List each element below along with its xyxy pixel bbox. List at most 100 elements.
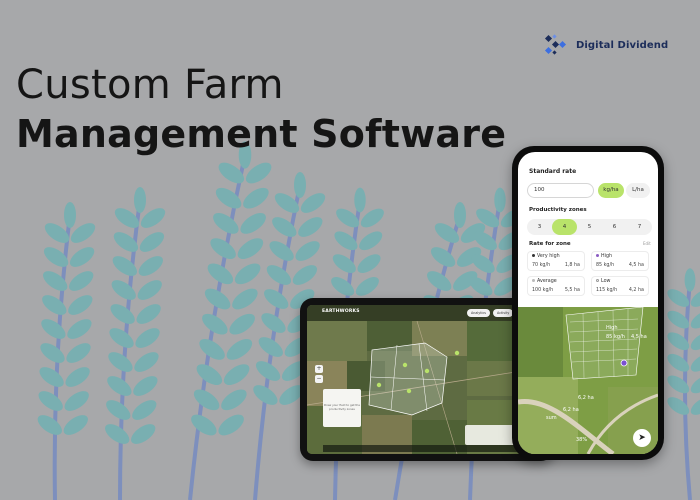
zone-rate: 70 kg/h [532,263,551,268]
wheat-leaf [138,256,163,276]
wheat-leaf [137,280,162,300]
tablet-app-logo: EARTHWORKS [322,309,360,314]
tablet-analytics-button[interactable]: Analytics [467,309,490,317]
wheat-leaf [221,389,247,411]
zone-option-7[interactable]: 7 [627,219,652,235]
wheat-leaf [196,364,223,385]
rate-for-zone-title: Rate for zone [529,241,571,247]
wheat-leaf [667,397,690,415]
wheat-leaf [38,391,63,411]
wheat-leaf [269,241,294,261]
zone-dot-icon [596,279,599,282]
zone-option-5[interactable]: 5 [577,219,602,235]
wheat-leaf [237,238,264,259]
zone-option-3[interactable]: 3 [527,219,552,235]
wheat-leaf [690,375,700,394]
headline-line-2: Management Software [16,112,507,156]
unit-kg-ha-toggle[interactable]: kg/ha [598,183,624,198]
wheat-tip [684,268,696,292]
tablet-screen: EARTHWORKS Analytics Activity Layers + −… [307,305,547,454]
wheat-leaf [135,328,160,348]
zoom-in-button[interactable]: + [315,365,323,373]
zone-rate-card[interactable]: High 85 kg/h 4,5 ha [591,251,649,271]
field-prompt-text: Draw your field to get the productivity … [323,403,361,411]
wheat-leaf [132,400,157,420]
field-prompt-card: Draw your field to get the productivity … [323,389,361,427]
wheat-leaf [234,263,261,285]
wheat-leaf [108,352,133,372]
zone-name: Average [532,279,557,284]
brand-name: Digital Dividend [576,39,669,51]
zone-area: 4,5 ha [628,263,644,268]
wheat-leaf [65,367,90,387]
wheat-leaf [355,277,379,296]
wheat-leaf [667,375,690,394]
navigation-arrow-icon[interactable]: ➤ [633,429,651,447]
zone-selector: 3 4 5 6 7 [527,219,652,235]
wheat-leaf [193,389,220,411]
phone-screen: Standard rate 100 kg/ha L/ha Productivit… [518,152,658,454]
zone-dot-icon [532,254,535,257]
wheat-leaf [112,256,137,276]
edit-link[interactable]: Edit [643,241,651,246]
wheat-leaf [359,231,383,251]
zone-option-6[interactable]: 6 [602,219,627,235]
wheat-leaf [292,265,318,285]
wheat-leaf [42,295,67,315]
rate-input[interactable]: 100 [527,183,594,198]
zone-rate: 85 kg/h [596,263,615,268]
wheat-leaf [105,424,130,444]
map-label-area: 6,2 ha [578,395,594,401]
wheat-leaf [40,343,65,363]
wheat-leaf [39,367,64,387]
wheat-leaf [232,288,258,310]
zone-rate: 115 kg/h [596,288,618,293]
wheat-leaf [69,247,95,267]
zone-rate-card[interactable]: Low 115 kg/h 4,2 ha [591,276,649,296]
phone-field-map[interactable]: High 85 kg/h 4,5 ha 6,2 ha 6,2 ha ance s… [518,307,658,454]
zone-area: 4,2 ha [628,288,644,293]
wheat-tip [134,187,146,213]
zone-option-4[interactable]: 4 [552,219,577,235]
unit-l-ha-toggle[interactable]: L/ha [626,183,650,198]
wheat-leaf [37,415,62,435]
wheat-tip [494,187,506,213]
map-label-high-rate: 85 kg/h [606,334,625,340]
wheat-leaf [690,397,700,415]
wheat-leaf [223,364,250,385]
wheat-leaf [136,304,161,324]
wheat-leaf [110,304,135,324]
wheat-leaf [690,310,700,329]
wheat-leaf [109,328,134,348]
wheat-leaf [41,319,66,339]
headline-line-1: Custom Farm [16,62,284,108]
zone-rate-card[interactable]: Average 100 kg/h 5,5 ha [527,276,585,296]
wheat-leaf [331,277,355,296]
wheat-leaf [67,319,92,339]
tablet-activity-button[interactable]: Activity [493,309,514,317]
zone-name: Very high [532,254,560,259]
wheat-leaf [332,254,356,273]
wheat-leaf [63,415,88,435]
wheat-leaf [243,187,269,209]
wheat-leaf [66,343,91,363]
zone-rate-card[interactable]: Very high 70 kg/h 1,8 ha [527,251,585,271]
zone-area: 5,5 ha [564,288,580,293]
wheat-leaf [68,295,93,315]
wheat-leaf [295,241,320,261]
wheat-leaf [298,217,323,237]
wheat-tip [354,187,366,213]
map-label-high-area: 4,5 ha [631,334,647,340]
digital-dividend-logo-icon [544,34,567,55]
wheat-tip [64,202,76,228]
wheat-leaf [139,232,165,252]
wheat-leaf [134,352,159,372]
wheat-leaf [213,213,239,234]
zone-area: 1,8 ha [564,263,580,268]
zone-name: Low [596,279,610,284]
zoom-out-button[interactable]: − [315,375,323,383]
banner: Digital Dividend Custom Farm Management … [0,0,700,500]
productivity-zones-title: Productivity zones [529,207,587,213]
wheat-leaf [357,254,381,273]
wheat-leaf [43,271,68,291]
